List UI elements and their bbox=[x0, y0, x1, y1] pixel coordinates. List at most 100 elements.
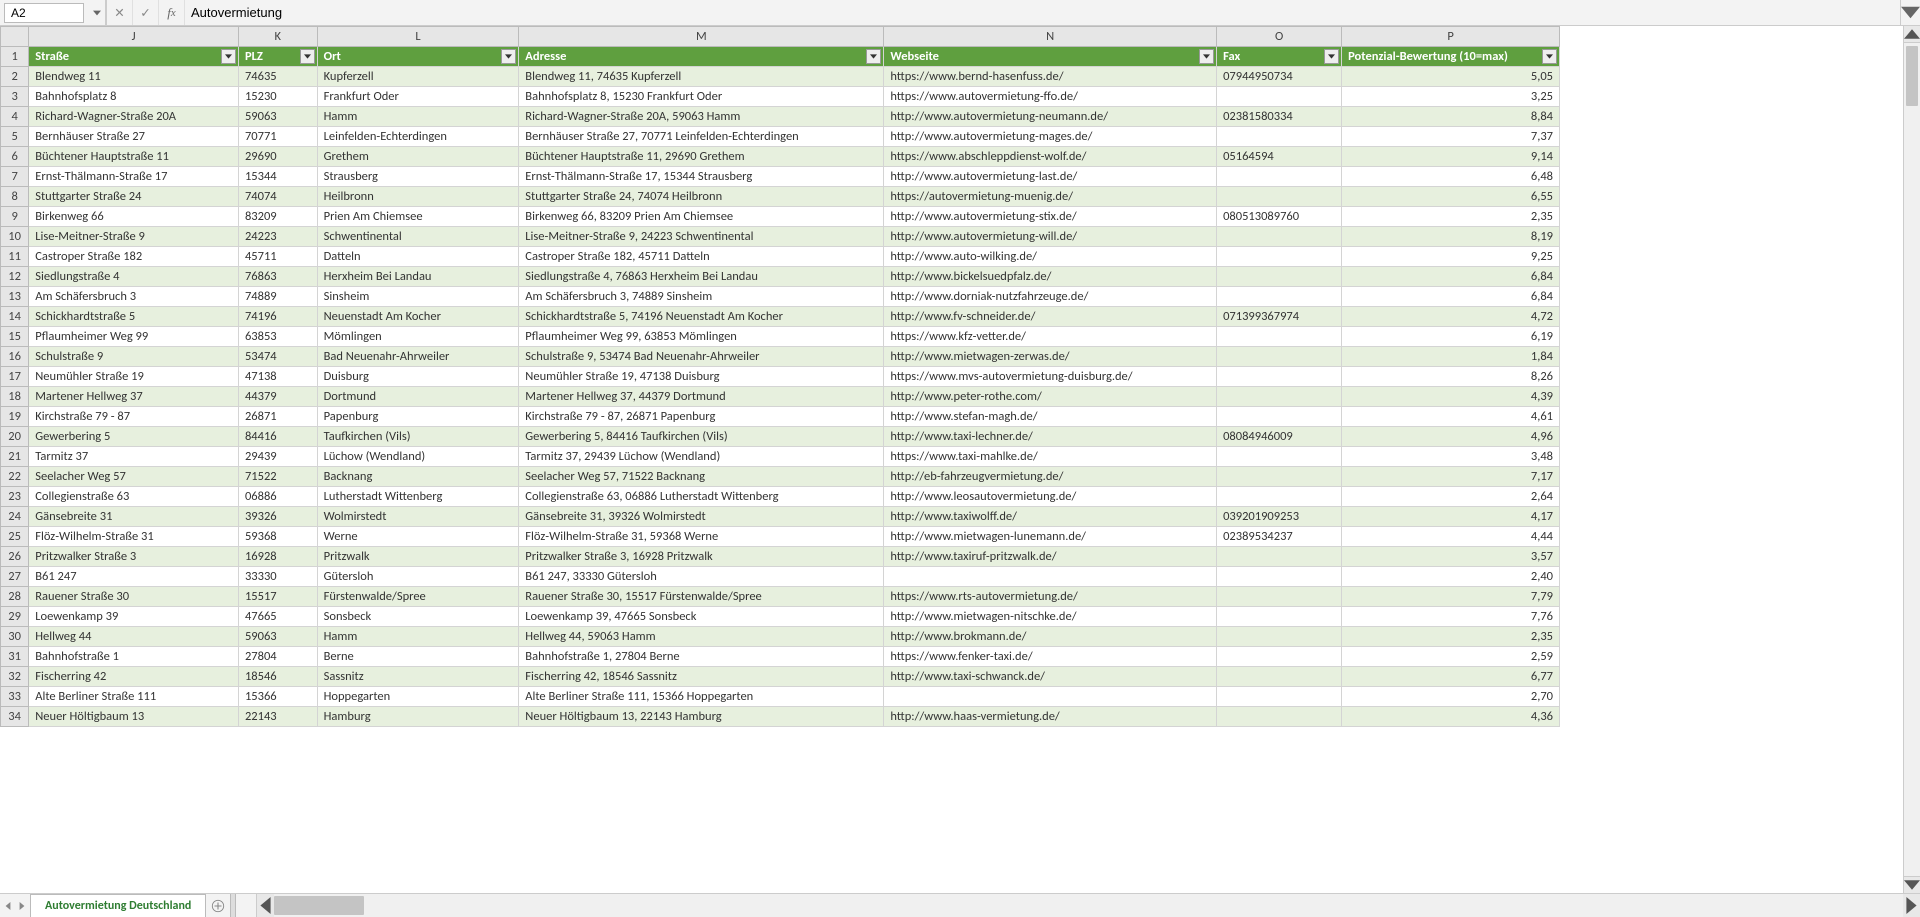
cell[interactable]: 74635 bbox=[238, 67, 317, 87]
cell[interactable]: Hamburg bbox=[317, 707, 519, 727]
row-header-24[interactable]: 24 bbox=[1, 507, 29, 527]
cell[interactable]: Lise-Meitner-Straße 9 bbox=[29, 227, 239, 247]
cell[interactable] bbox=[1217, 127, 1342, 147]
row-header-9[interactable]: 9 bbox=[1, 207, 29, 227]
cell[interactable]: 15517 bbox=[238, 587, 317, 607]
cell[interactable]: 7,79 bbox=[1342, 587, 1560, 607]
cell[interactable]: 74074 bbox=[238, 187, 317, 207]
cell[interactable]: Pflaumheimer Weg 99, 63853 Mömlingen bbox=[519, 327, 884, 347]
cell[interactable]: 2,35 bbox=[1342, 207, 1560, 227]
cell[interactable] bbox=[1217, 667, 1342, 687]
cell[interactable]: Collegienstraße 63 bbox=[29, 487, 239, 507]
cell[interactable]: 16928 bbox=[238, 547, 317, 567]
cell[interactable]: Siedlungstraße 4 bbox=[29, 267, 239, 287]
cell[interactable]: Bernhäuser Straße 27 bbox=[29, 127, 239, 147]
cell[interactable]: 8,26 bbox=[1342, 367, 1560, 387]
cell[interactable]: Neuer Höltigbaum 13, 22143 Hamburg bbox=[519, 707, 884, 727]
expand-formula-bar-icon[interactable] bbox=[1900, 0, 1920, 25]
sheet-tab-active[interactable]: Autovermietung Deutschland bbox=[30, 894, 206, 917]
filter-button[interactable] bbox=[1542, 49, 1557, 64]
filter-button[interactable] bbox=[300, 49, 315, 64]
cell[interactable]: Birkenweg 66 bbox=[29, 207, 239, 227]
cell[interactable]: Lise-Meitner-Straße 9, 24223 Schwentinen… bbox=[519, 227, 884, 247]
cell[interactable]: Castroper Straße 182, 45711 Datteln bbox=[519, 247, 884, 267]
cell[interactable]: Sinsheim bbox=[317, 287, 519, 307]
cell[interactable]: Am Schäfersbruch 3 bbox=[29, 287, 239, 307]
cell[interactable]: 15344 bbox=[238, 167, 317, 187]
cell[interactable]: 44379 bbox=[238, 387, 317, 407]
table-header-P[interactable]: Potenzial-Bewertung (10=max) bbox=[1342, 47, 1560, 67]
cell[interactable]: Ernst-Thälmann-Straße 17 bbox=[29, 167, 239, 187]
cell[interactable]: 84416 bbox=[238, 427, 317, 447]
scroll-right-icon[interactable] bbox=[1903, 894, 1920, 917]
cell[interactable]: Büchtener Hauptstraße 11, 29690 Grethem bbox=[519, 147, 884, 167]
cell[interactable]: 53474 bbox=[238, 347, 317, 367]
vertical-scroll-thumb[interactable] bbox=[1906, 46, 1918, 106]
cell[interactable]: http://www.stefan-magh.de/ bbox=[884, 407, 1217, 427]
cell[interactable]: 4,17 bbox=[1342, 507, 1560, 527]
cell[interactable]: http://www.brokmann.de/ bbox=[884, 627, 1217, 647]
name-box-dropdown[interactable] bbox=[88, 0, 106, 25]
cell[interactable]: Rauener Straße 30, 15517 Fürstenwalde/Sp… bbox=[519, 587, 884, 607]
table-header-L[interactable]: Ort bbox=[317, 47, 519, 67]
cell[interactable]: https://www.abschleppdienst-wolf.de/ bbox=[884, 147, 1217, 167]
row-header-13[interactable]: 13 bbox=[1, 287, 29, 307]
row-header-12[interactable]: 12 bbox=[1, 267, 29, 287]
row-header-18[interactable]: 18 bbox=[1, 387, 29, 407]
cell[interactable]: Richard-Wagner-Straße 20A bbox=[29, 107, 239, 127]
row-header-22[interactable]: 22 bbox=[1, 467, 29, 487]
cell[interactable]: http://www.mietwagen-zerwas.de/ bbox=[884, 347, 1217, 367]
cell[interactable]: Gewerbering 5 bbox=[29, 427, 239, 447]
cell[interactable]: 76863 bbox=[238, 267, 317, 287]
cell[interactable]: 71522 bbox=[238, 467, 317, 487]
tab-nav-buttons[interactable] bbox=[0, 894, 30, 917]
cell[interactable]: Flöz-Wilhelm-Straße 31, 59368 Werne bbox=[519, 527, 884, 547]
cell[interactable]: http://www.autovermietung-mages.de/ bbox=[884, 127, 1217, 147]
cell[interactable]: http://www.auto-wilking.de/ bbox=[884, 247, 1217, 267]
cell[interactable]: http://www.leosautovermietung.de/ bbox=[884, 487, 1217, 507]
row-header-23[interactable]: 23 bbox=[1, 487, 29, 507]
cell[interactable] bbox=[1217, 687, 1342, 707]
cell[interactable]: 7,17 bbox=[1342, 467, 1560, 487]
cell[interactable]: Blendweg 11, 74635 Kupferzell bbox=[519, 67, 884, 87]
row-header-8[interactable]: 8 bbox=[1, 187, 29, 207]
cell[interactable] bbox=[1217, 267, 1342, 287]
cell[interactable]: Seelacher Weg 57, 71522 Backnang bbox=[519, 467, 884, 487]
cell[interactable]: 2,64 bbox=[1342, 487, 1560, 507]
cell[interactable]: http://www.bickelsuedpfalz.de/ bbox=[884, 267, 1217, 287]
cell[interactable]: https://www.autovermietung-ffo.de/ bbox=[884, 87, 1217, 107]
cell[interactable]: 3,48 bbox=[1342, 447, 1560, 467]
cell[interactable]: 33330 bbox=[238, 567, 317, 587]
cell[interactable]: 63853 bbox=[238, 327, 317, 347]
cell[interactable]: 24223 bbox=[238, 227, 317, 247]
cell[interactable]: Stuttgarter Straße 24, 74074 Heilbronn bbox=[519, 187, 884, 207]
cell[interactable] bbox=[1217, 567, 1342, 587]
cell[interactable]: 70771 bbox=[238, 127, 317, 147]
cell[interactable]: Kirchstraße 79 - 87, 26871 Papenburg bbox=[519, 407, 884, 427]
cell[interactable] bbox=[1217, 447, 1342, 467]
row-header-27[interactable]: 27 bbox=[1, 567, 29, 587]
worksheet-grid[interactable]: JKLMNOP1StraßePLZOrtAdresseWebseiteFaxPo… bbox=[0, 26, 1920, 893]
cell[interactable] bbox=[1217, 587, 1342, 607]
table-header-J[interactable]: Straße bbox=[29, 47, 239, 67]
filter-button[interactable] bbox=[1199, 49, 1214, 64]
cell[interactable]: http://www.dorniak-nutzfahrzeuge.de/ bbox=[884, 287, 1217, 307]
cell[interactable]: 47138 bbox=[238, 367, 317, 387]
cell[interactable] bbox=[1217, 547, 1342, 567]
cell[interactable]: 9,25 bbox=[1342, 247, 1560, 267]
filter-button[interactable] bbox=[866, 49, 881, 64]
cell[interactable] bbox=[1217, 467, 1342, 487]
cell[interactable]: Castroper Straße 182 bbox=[29, 247, 239, 267]
name-box[interactable] bbox=[4, 3, 84, 23]
cell[interactable]: 74889 bbox=[238, 287, 317, 307]
table-header-K[interactable]: PLZ bbox=[238, 47, 317, 67]
cell[interactable]: Pritzwalk bbox=[317, 547, 519, 567]
cell[interactable]: Papenburg bbox=[317, 407, 519, 427]
row-header-34[interactable]: 34 bbox=[1, 707, 29, 727]
cell[interactable]: Gewerbering 5, 84416 Taufkirchen (Vils) bbox=[519, 427, 884, 447]
cell[interactable]: 4,39 bbox=[1342, 387, 1560, 407]
cell[interactable]: 9,14 bbox=[1342, 147, 1560, 167]
horizontal-scrollbar[interactable] bbox=[256, 894, 1920, 917]
cell[interactable]: 7,76 bbox=[1342, 607, 1560, 627]
cell[interactable]: Dortmund bbox=[317, 387, 519, 407]
